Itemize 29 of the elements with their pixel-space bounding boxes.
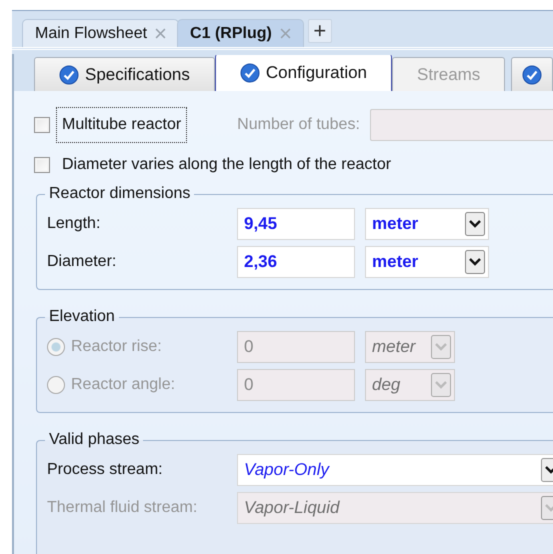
tab[interactable]: Configuration <box>214 54 392 91</box>
field-label: Length: <box>47 215 102 233</box>
check-circle-icon <box>59 64 79 84</box>
close-icon[interactable] <box>280 28 291 39</box>
field-label: Diameter: <box>47 253 118 271</box>
input-field[interactable]: 9,45 <box>237 208 355 240</box>
group-title: Elevation <box>48 308 116 326</box>
document-tab[interactable]: C1 (RPlug) <box>177 19 304 47</box>
document-tab[interactable]: Main Flowsheet <box>22 19 180 47</box>
field-label: Number of tubes: <box>237 116 360 134</box>
group-title: Reactor dimensions <box>48 185 192 203</box>
unit-dropdown[interactable]: meter <box>365 246 489 278</box>
tab[interactable] <box>511 57 553 91</box>
checkbox[interactable] <box>34 157 50 173</box>
add-tab-button[interactable]: + <box>308 19 332 43</box>
unit-dropdown[interactable]: meter <box>365 208 489 240</box>
input-field[interactable] <box>370 109 553 141</box>
field-label: Thermal fluid stream: <box>47 499 198 517</box>
checkbox-label[interactable]: Diameter varies along the length of the reactor <box>62 156 392 174</box>
phase-dropdown[interactable]: Vapor-Only <box>237 454 553 486</box>
close-icon[interactable] <box>155 28 166 39</box>
check-circle-icon <box>522 64 542 84</box>
field-label: Process stream: <box>47 461 164 479</box>
group-title: Valid phases <box>48 431 140 449</box>
check-circle-icon <box>240 63 260 83</box>
checkbox[interactable] <box>34 117 50 133</box>
checkbox-label[interactable]: Multitube reactor <box>56 107 188 143</box>
tab[interactable]: Specifications <box>34 57 215 91</box>
input-field[interactable]: 2,36 <box>237 246 355 278</box>
